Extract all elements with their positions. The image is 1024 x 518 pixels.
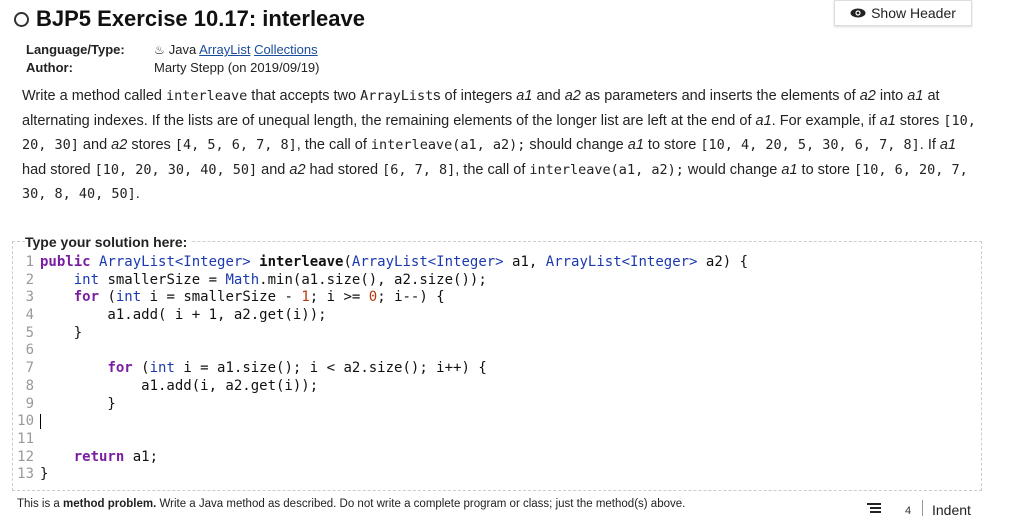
- code-line[interactable]: 4 a1.add( i + 1, a2.get(i));: [16, 307, 978, 325]
- author-value: Marty Stepp (on 2019/09/19): [154, 60, 320, 75]
- language-value: ♨ Java ArrayList Collections: [154, 41, 318, 59]
- page-title: BJP5 Exercise 10.17: interleave: [36, 6, 366, 31]
- author-label: Author:: [26, 60, 73, 75]
- line-number: 2: [25, 271, 34, 288]
- meta-author-row: Author: Marty Stepp (on 2019/09/19): [26, 59, 320, 76]
- language-label: Language/Type:: [26, 42, 125, 57]
- meta-language-row: Language/Type: ♨ Java ArrayList Collectio…: [26, 41, 320, 59]
- line-number: 6: [25, 342, 34, 359]
- line-number: 5: [25, 324, 34, 341]
- line-number: 1: [25, 254, 34, 270]
- solution-box: Type your solution here: 1 public ArrayLi…: [12, 234, 982, 491]
- code-editor[interactable]: 1 public ArrayList<Integer> interleave(Ar…: [16, 254, 978, 484]
- line-number: 7: [25, 360, 34, 377]
- footer-note: This is a method problem. Write a Java m…: [17, 498, 686, 510]
- line-number: 9: [25, 395, 34, 412]
- show-header-button[interactable]: Show Header: [834, 0, 972, 26]
- category-link-arraylist[interactable]: ArrayList: [199, 42, 250, 57]
- code-line[interactable]: 8 a1.add(i, a2.get(i));: [16, 378, 978, 396]
- code-line[interactable]: 6: [16, 342, 978, 360]
- java-cup-icon: ♨: [154, 43, 165, 57]
- problem-description: Write a method called interleave that ac…: [22, 88, 976, 202]
- line-number: 4: [25, 307, 34, 324]
- line-number: 12: [17, 448, 34, 465]
- status-circle-icon: [14, 11, 29, 27]
- code-line[interactable]: 7 for (int i = a1.size(); i < a2.size();…: [16, 360, 978, 378]
- code-line[interactable]: 3 for (int i = smallerSize - 1; i >= 0; …: [16, 289, 978, 307]
- code-line[interactable]: 13}: [16, 466, 978, 484]
- category-link-collections[interactable]: Collections: [254, 42, 318, 57]
- language-text: Java: [168, 42, 197, 57]
- line-number: 3: [25, 289, 34, 306]
- problem-meta: Language/Type: ♨ Java ArrayList Collectio…: [26, 41, 320, 76]
- code-line[interactable]: 11: [16, 431, 978, 449]
- eye-icon: [850, 8, 866, 18]
- text-cursor: [40, 413, 41, 429]
- indent-divider: [922, 500, 923, 516]
- line-number: 10: [17, 413, 34, 430]
- code-line[interactable]: 1 public ArrayList<Integer> interleave(Ar…: [16, 254, 978, 272]
- title-row: BJP5 Exercise 10.17: interleave: [14, 6, 365, 32]
- line-number: 13: [17, 466, 34, 483]
- code-line[interactable]: 2 int smallerSize = Math.min(a1.size(), …: [16, 272, 978, 290]
- indent-count: 4: [905, 505, 912, 517]
- code-line[interactable]: 10: [16, 413, 978, 431]
- code-line[interactable]: 5 }: [16, 325, 978, 343]
- list-icon[interactable]: [867, 503, 881, 515]
- solution-label: Type your solution here:: [25, 234, 192, 250]
- line-number: 8: [25, 377, 34, 394]
- code-line[interactable]: 12 return a1;: [16, 449, 978, 467]
- line-number: 11: [17, 430, 34, 447]
- show-header-label: Show Header: [871, 5, 956, 21]
- code-line[interactable]: 9 }: [16, 396, 978, 414]
